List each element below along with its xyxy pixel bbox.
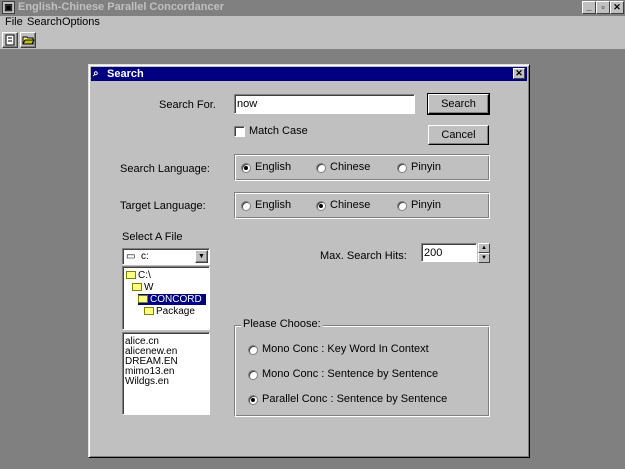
dir-item[interactable]: Package <box>144 306 195 317</box>
parallel-sentence-radio[interactable] <box>248 395 258 405</box>
toolbar <box>0 30 625 50</box>
target-lang-pinyin-radio[interactable] <box>397 201 407 211</box>
folder-open-icon <box>132 283 142 291</box>
target-lang-pinyin-label: Pinyin <box>411 199 441 211</box>
search-for-label: Search For. <box>159 99 216 111</box>
target-language-label: Target Language: <box>120 200 206 212</box>
target-lang-english-label: English <box>255 199 292 211</box>
search-language-group: English Chinese Pinyin <box>234 154 490 181</box>
search-dialog: ⌕ Search ✕ Search For. now Search Match … <box>88 64 530 458</box>
target-lang-chinese-radio[interactable] <box>316 201 326 211</box>
drive-icon: ▭ <box>126 251 136 262</box>
search-lang-pinyin-label: Pinyin <box>411 161 441 173</box>
dialog-close-button[interactable]: ✕ <box>513 68 525 79</box>
file-item[interactable]: Wildgs.en <box>125 376 169 387</box>
search-language-label: Search Language: <box>120 163 210 175</box>
folder-open-icon <box>138 295 148 303</box>
dir-item[interactable]: W <box>132 282 153 293</box>
mono-kwic-label: Mono Conc : Key Word In Context <box>262 343 429 355</box>
drive-value: c: <box>141 251 149 262</box>
spin-down-icon[interactable]: ▼ <box>478 253 490 263</box>
open-folder-icon <box>22 36 35 45</box>
mono-sentence-radio[interactable] <box>248 370 258 380</box>
menu-options[interactable]: Options <box>62 16 100 29</box>
search-button[interactable]: Search <box>427 93 490 115</box>
file-list[interactable]: alice.cn alicenew.en DREAM.EN mimo13.en … <box>122 332 210 415</box>
folder-icon <box>144 307 154 315</box>
drive-select[interactable]: ▭ c: ▼ <box>122 248 210 265</box>
close-button[interactable]: ✕ <box>610 1 624 14</box>
conc-mode-group: Please Choose: Mono Conc : Key Word In C… <box>234 318 490 417</box>
cancel-button[interactable]: Cancel <box>428 125 489 145</box>
choose-label: Please Choose: <box>241 318 323 330</box>
directory-list[interactable]: C:\ W CONCORD Package <box>122 266 210 330</box>
target-lang-english-radio[interactable] <box>241 201 251 211</box>
open-file-button[interactable] <box>20 32 36 48</box>
search-lang-pinyin-radio[interactable] <box>397 163 407 173</box>
search-dialog-icon: ⌕ <box>93 68 99 79</box>
minimize-button[interactable]: _ <box>582 1 596 14</box>
parallel-sentence-label: Parallel Conc : Sentence by Sentence <box>262 393 448 405</box>
app-icon: ▣ <box>2 1 15 14</box>
mono-kwic-radio[interactable] <box>248 345 258 355</box>
search-lang-english-label: English <box>255 161 292 173</box>
match-case-checkbox[interactable] <box>234 126 245 137</box>
dialog-titlebar: ⌕ Search ✕ <box>91 67 527 81</box>
new-document-icon <box>5 34 15 46</box>
mono-sentence-label: Mono Conc : Sentence by Sentence <box>262 368 439 380</box>
spin-up-icon[interactable]: ▲ <box>478 243 490 253</box>
dialog-title: Search <box>107 68 144 80</box>
search-lang-english-radio[interactable] <box>241 163 251 173</box>
chevron-down-icon[interactable]: ▼ <box>195 250 208 263</box>
max-hits-input[interactable]: 200 <box>421 243 477 262</box>
folder-open-icon <box>126 271 136 279</box>
select-file-label: Select A File <box>122 231 183 243</box>
max-hits-label: Max. Search Hits: <box>320 250 407 262</box>
search-lang-chinese-radio[interactable] <box>316 163 326 173</box>
dir-item[interactable]: C:\ <box>126 270 151 281</box>
match-case-label: Match Case <box>249 125 308 137</box>
app-titlebar: ▣ English-Chinese Parallel Concordancer … <box>0 0 625 16</box>
menu-file[interactable]: File <box>5 16 23 29</box>
target-language-group: English Chinese Pinyin <box>234 192 490 219</box>
menubar: File Search Options <box>0 16 625 30</box>
maximize-button[interactable]: ▫ <box>596 1 610 14</box>
new-search-button[interactable] <box>2 32 18 48</box>
target-lang-chinese-label: Chinese <box>330 199 371 211</box>
search-lang-chinese-label: Chinese <box>330 161 371 173</box>
dir-item-selected[interactable]: CONCORD <box>138 294 206 305</box>
app-title: English-Chinese Parallel Concordancer <box>18 1 225 13</box>
menu-search[interactable]: Search <box>27 16 62 29</box>
search-input[interactable]: now <box>234 94 415 114</box>
